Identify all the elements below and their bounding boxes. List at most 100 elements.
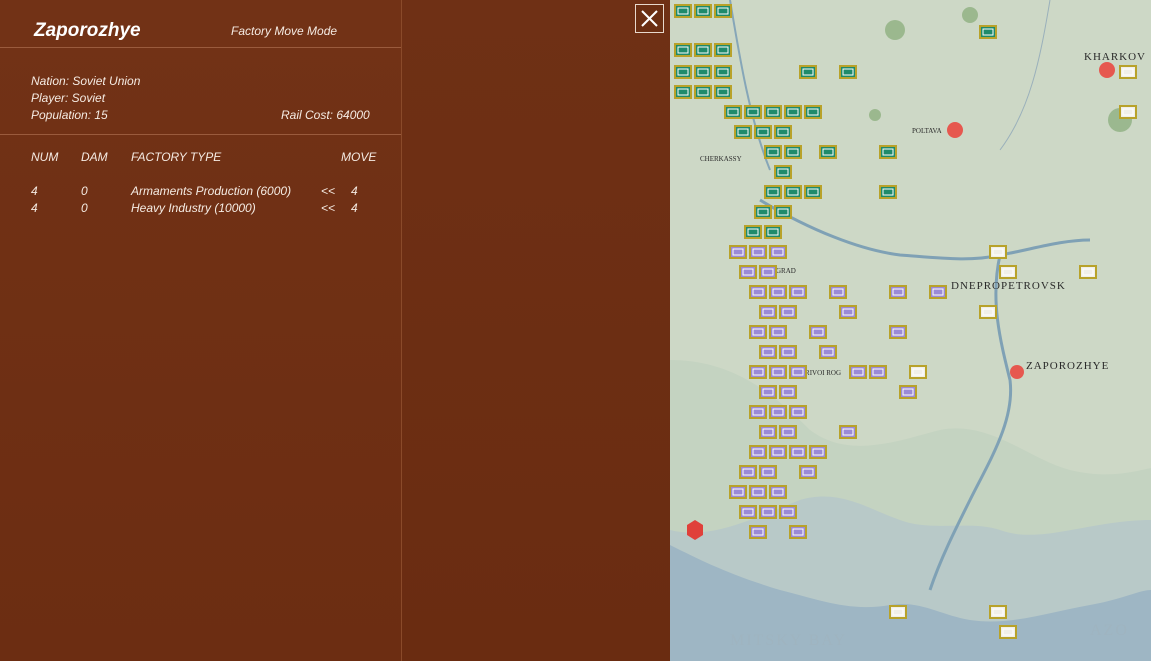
unit-counter[interactable] [769,405,787,419]
unit-counter[interactable] [724,105,742,119]
unit-counter[interactable] [819,145,837,159]
unit-counter[interactable] [694,85,712,99]
unit-counter[interactable] [769,445,787,459]
unit-counter[interactable] [889,285,907,299]
unit-counter[interactable] [989,605,1007,619]
unit-counter[interactable] [839,425,857,439]
unit-counter[interactable] [764,105,782,119]
unit-counter[interactable] [694,65,712,79]
strategic-map[interactable]: KHARKOV POLTAVA CHERKASSY DNEPROPETROVSK… [670,0,1151,661]
unit-counter[interactable] [764,185,782,199]
unit-counter[interactable] [744,105,762,119]
unit-counter[interactable] [779,505,797,519]
unit-counter[interactable] [809,445,827,459]
unit-counter[interactable] [729,485,747,499]
unit-counter[interactable] [909,365,927,379]
unit-counter[interactable] [764,145,782,159]
unit-counter[interactable] [979,305,997,319]
unit-counter[interactable] [774,205,792,219]
unit-counter[interactable] [749,445,767,459]
unit-counter[interactable] [759,305,777,319]
unit-counter[interactable] [674,43,692,57]
unit-counter[interactable] [1119,65,1137,79]
unit-counter[interactable] [889,325,907,339]
unit-counter[interactable] [779,345,797,359]
unit-counter[interactable] [769,285,787,299]
unit-counter[interactable] [714,65,732,79]
unit-counter[interactable] [714,43,732,57]
move-left-button[interactable]: << [321,184,335,198]
unit-counter[interactable] [774,165,792,179]
unit-counter[interactable] [734,125,752,139]
unit-counter[interactable] [694,43,712,57]
unit-counter[interactable] [754,125,772,139]
unit-counter[interactable] [809,325,827,339]
unit-counter[interactable] [784,185,802,199]
unit-counter[interactable] [789,365,807,379]
unit-counter[interactable] [694,4,712,18]
unit-counter[interactable] [769,325,787,339]
unit-counter[interactable] [749,525,767,539]
unit-counter[interactable] [674,85,692,99]
unit-counter[interactable] [829,285,847,299]
unit-counter[interactable] [789,405,807,419]
unit-counter[interactable] [769,485,787,499]
unit-counter[interactable] [889,605,907,619]
unit-counter[interactable] [804,185,822,199]
unit-counter[interactable] [799,465,817,479]
unit-counter[interactable] [789,445,807,459]
unit-counter[interactable] [784,145,802,159]
unit-counter[interactable] [779,385,797,399]
unit-counter[interactable] [749,325,767,339]
unit-counter[interactable] [759,425,777,439]
close-button[interactable] [635,4,664,33]
unit-counter[interactable] [999,265,1017,279]
unit-counter[interactable] [804,105,822,119]
unit-counter[interactable] [674,65,692,79]
unit-counter[interactable] [879,185,897,199]
unit-counter[interactable] [749,485,767,499]
unit-counter[interactable] [799,65,817,79]
unit-counter[interactable] [749,285,767,299]
unit-counter[interactable] [749,365,767,379]
unit-counter[interactable] [749,405,767,419]
unit-counter[interactable] [839,65,857,79]
unit-counter[interactable] [789,525,807,539]
unit-counter[interactable] [739,265,757,279]
unit-counter[interactable] [1079,265,1097,279]
unit-counter[interactable] [759,265,777,279]
unit-counter[interactable] [784,105,802,119]
unit-counter[interactable] [879,145,897,159]
unit-counter[interactable] [674,4,692,18]
unit-counter[interactable] [749,245,767,259]
unit-counter[interactable] [979,25,997,39]
unit-counter[interactable] [779,425,797,439]
unit-counter[interactable] [1119,105,1137,119]
unit-counter[interactable] [929,285,947,299]
unit-counter[interactable] [899,385,917,399]
unit-counter[interactable] [849,365,867,379]
unit-counter[interactable] [759,465,777,479]
unit-counter[interactable] [774,125,792,139]
unit-counter[interactable] [714,4,732,18]
unit-counter[interactable] [769,245,787,259]
unit-counter[interactable] [759,385,777,399]
unit-counter[interactable] [999,625,1017,639]
unit-counter[interactable] [739,505,757,519]
unit-counter[interactable] [759,345,777,359]
unit-counter[interactable] [739,465,757,479]
unit-counter[interactable] [769,365,787,379]
unit-counter[interactable] [754,205,772,219]
unit-counter[interactable] [714,85,732,99]
unit-counter[interactable] [729,245,747,259]
unit-counter[interactable] [989,245,1007,259]
move-left-button[interactable]: << [321,201,335,215]
unit-counter[interactable] [764,225,782,239]
unit-counter[interactable] [789,285,807,299]
unit-counter[interactable] [744,225,762,239]
unit-counter[interactable] [759,505,777,519]
unit-counter[interactable] [839,305,857,319]
unit-counter[interactable] [869,365,887,379]
unit-counter[interactable] [819,345,837,359]
unit-counter[interactable] [779,305,797,319]
